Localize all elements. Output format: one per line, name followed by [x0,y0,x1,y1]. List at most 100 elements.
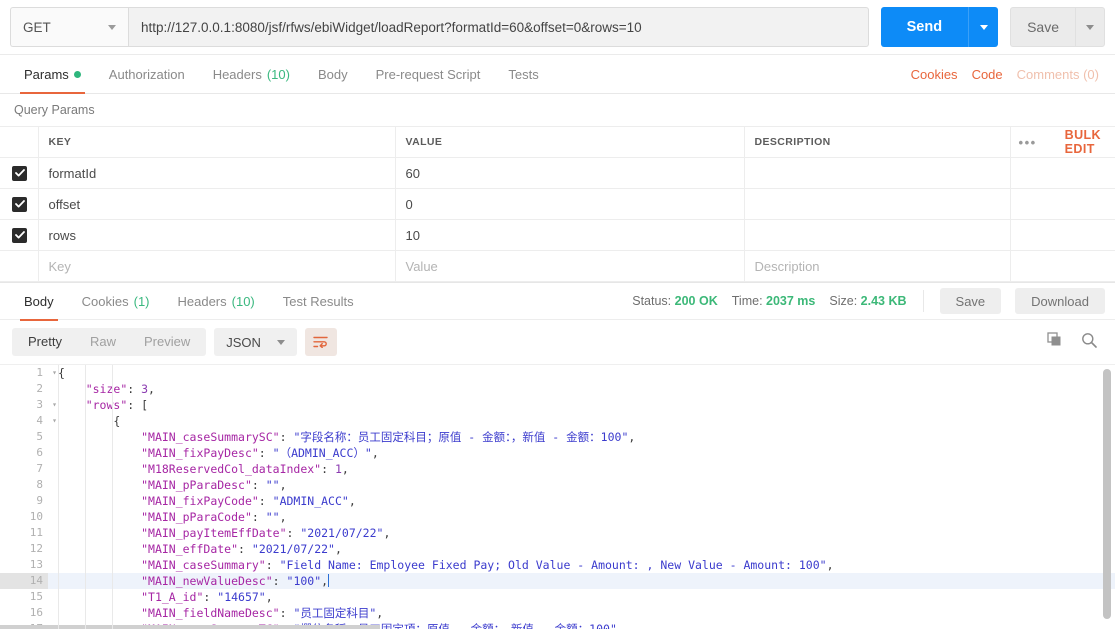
code-token: : [ [127,398,149,412]
param-description-cell[interactable] [744,188,1011,220]
param-enabled-checkbox[interactable] [12,165,27,181]
param-key-cell[interactable]: offset [38,188,396,220]
line-number: 6 [36,446,43,459]
code-token: 3 [141,382,149,396]
line-number: 3 ▾ [36,398,57,411]
tab-authorization-label: Authorization [108,66,185,82]
code-line[interactable]: 13 "MAIN_caseSummary": "Field Name: Empl… [0,557,1115,573]
new-param-value-cell[interactable]: Value [395,250,745,282]
tab-params-label: Params [24,66,69,82]
more-options-icon[interactable]: ••• [1019,135,1037,150]
line-number: 11 [29,526,43,539]
param-value-cell[interactable]: 10 [395,219,745,251]
code-line[interactable]: 7 "M18ReservedCol_dataIndex": 1, [0,461,1115,477]
code-token: : [251,510,266,524]
param-value-cell[interactable]: 60 [395,157,745,189]
code-token: "MAIN_effDate" [141,542,239,556]
status-label: Status: [632,294,672,308]
row-checkbox-cell [0,157,39,189]
status-value: 200 OK [674,294,718,308]
code-line[interactable]: 12 "MAIN_effDate": "2021/07/22", [0,541,1115,557]
tab-pre-request-script[interactable]: Pre-request Script [362,55,495,93]
code-line[interactable]: 5 "MAIN_caseSummarySC": "字段名称：员工固定科目；原值 … [0,429,1115,445]
param-key-cell[interactable]: rows [38,219,396,251]
tab-body-label: Body [317,66,348,82]
tab-response-headers[interactable]: Headers (10) [164,282,269,320]
code-line-text: "MAIN_effDate": "2021/07/22", [48,541,342,557]
code-line[interactable]: 15 "T1_A_id": "14657", [0,589,1115,605]
param-enabled-checkbox[interactable] [12,227,27,243]
send-options-button[interactable] [968,7,999,47]
tab-test-results[interactable]: Test Results [269,282,368,320]
code-link[interactable]: Code [972,67,1003,82]
code-line[interactable]: 10 "MAIN_pParaCode": "", [0,509,1115,525]
code-token: 1 [334,462,342,476]
new-param-key-cell[interactable]: Key [38,250,396,282]
bulk-edit-button[interactable]: Bulk Edit [1065,128,1101,156]
send-button[interactable]: Send [880,7,969,47]
cookies-link[interactable]: Cookies [911,67,958,82]
line-number: 7 [36,462,43,475]
response-tab-bar: Body Cookies (1) Headers (10) Test Resul… [0,282,1115,321]
view-mode-preview[interactable]: Preview [130,328,204,356]
new-param-description-cell[interactable]: Description [744,250,1011,282]
param-description-cell[interactable] [744,219,1011,251]
code-line[interactable]: 11 "MAIN_payItemEffDate": "2021/07/22", [0,525,1115,541]
view-mode-raw[interactable]: Raw [76,328,130,356]
response-horizontal-scrollbar[interactable] [0,625,380,629]
divider [922,290,924,312]
save-response-button[interactable]: Save [939,288,1002,314]
line-number: 15 [29,590,43,603]
tab-body[interactable]: Body [304,55,362,93]
param-enabled-checkbox[interactable] [12,196,27,212]
comments-link[interactable]: Comments (0) [1017,67,1099,82]
tab-tests[interactable]: Tests [494,55,552,93]
code-line[interactable]: 14 "MAIN_newValueDesc": "100", [0,573,1115,589]
download-response-button[interactable]: Download [1015,288,1105,314]
tab-headers-label: Headers [212,66,262,82]
code-line[interactable]: 3 ▾ "rows": [ [0,397,1115,413]
code-line[interactable]: 1 ▾{ [0,365,1115,381]
code-line-text: "MAIN_fieldNameDesc": "员工固定科目", [48,605,383,621]
search-icon[interactable] [1081,332,1097,353]
row-checkbox-cell [0,219,39,251]
view-mode-pretty[interactable]: Pretty [14,328,76,356]
code-line[interactable]: 9 "MAIN_fixPayCode": "ADMIN_ACC", [0,493,1115,509]
code-token: : [127,382,142,396]
code-line[interactable]: 8 "MAIN_pParaDesc": "", [0,477,1115,493]
code-token: "2021/07/22" [300,526,384,540]
request-url-input[interactable] [128,7,869,47]
tab-params[interactable]: Params [10,55,95,94]
word-wrap-icon [313,336,329,348]
response-body-viewer[interactable]: 1 ▾{2 "size": 3, 3 ▾ "rows": [4 ▾ {5 "MAIN_c… [0,364,1115,629]
code-token: "size" [85,382,128,396]
code-token: , [279,478,287,492]
new-param-actions-cell [1010,250,1115,282]
code-line[interactable]: 2 "size": 3, [0,381,1115,397]
line-number: 9 [36,494,43,507]
chevron-down-icon [108,24,116,30]
response-vertical-scrollbar[interactable] [1103,369,1111,619]
tab-response-body[interactable]: Body [10,282,68,321]
code-line[interactable]: 16 "MAIN_fieldNameDesc": "员工固定科目", [0,605,1115,621]
save-request-button[interactable]: Save [1010,7,1075,47]
copy-icon[interactable] [1047,331,1063,353]
word-wrap-toggle[interactable] [304,328,337,356]
header-value: VALUE [395,126,745,158]
response-format-select[interactable]: JSON [214,328,297,356]
param-value-cell[interactable]: 0 [395,188,745,220]
http-method-select[interactable]: GET [10,7,128,47]
code-token: "字段名称：员工固定科目；原值 - 金额：，新值 - 金额： [293,430,601,444]
save-options-button[interactable] [1075,7,1105,47]
tab-authorization[interactable]: Authorization [95,55,199,93]
code-line[interactable]: 6 "MAIN_fixPayDesc": "（ADMIN_ACC）", [0,445,1115,461]
param-key-cell[interactable]: formatId [38,157,396,189]
tab-headers[interactable]: Headers (10) [199,55,304,93]
line-number: 5 [36,430,43,443]
code-line[interactable]: 4 ▾ { [0,413,1115,429]
code-token: "MAIN_fixPayDesc" [141,446,259,460]
tab-response-cookies[interactable]: Cookies (1) [68,282,164,320]
row-checkbox-cell [0,188,39,220]
code-token: 100 [798,558,820,572]
param-description-cell[interactable] [744,157,1011,189]
